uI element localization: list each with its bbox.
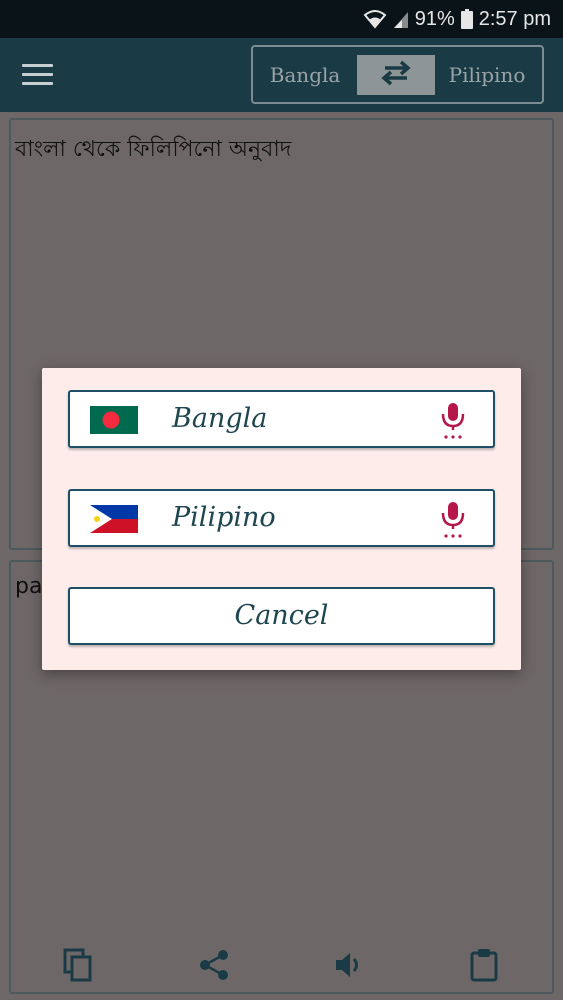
- output-toolbar: [0, 945, 563, 989]
- wifi-icon: [363, 9, 387, 29]
- clipboard-icon: [470, 948, 498, 986]
- philippines-flag-icon: [90, 505, 138, 533]
- language-option-label: Pilipino: [172, 502, 276, 533]
- battery-icon: [460, 9, 473, 29]
- share-button[interactable]: [194, 945, 234, 989]
- bangladesh-flag-icon: [90, 406, 138, 434]
- language-switcher: Bangla Pilipino: [251, 45, 544, 104]
- language-select-dialog: Bangla Pilipino Cancel: [42, 368, 521, 670]
- battery-percent: 91%: [414, 7, 455, 30]
- cancel-label: Cancel: [234, 600, 329, 631]
- app-bar: Bangla Pilipino: [0, 38, 563, 112]
- target-language-button[interactable]: Pilipino: [435, 63, 539, 87]
- language-option-pilipino[interactable]: Pilipino: [68, 489, 495, 547]
- copy-icon: [63, 948, 93, 986]
- cancel-button[interactable]: Cancel: [68, 587, 495, 645]
- output-text: pa: [15, 574, 43, 599]
- hamburger-menu-icon[interactable]: [22, 60, 66, 94]
- speak-button[interactable]: [328, 945, 368, 989]
- speaker-icon: [333, 950, 363, 984]
- input-text: বাংলা থেকে ফিলিপিনো অনুবাদ: [15, 137, 292, 162]
- copy-button[interactable]: [58, 945, 98, 989]
- share-icon: [199, 949, 229, 985]
- clock: 2:57 pm: [478, 7, 551, 30]
- swap-arrows-icon: [379, 60, 413, 90]
- status-bar: 91% 2:57 pm: [0, 0, 563, 38]
- status-icons: 91% 2:57 pm: [363, 7, 551, 31]
- language-option-label: Bangla: [172, 403, 268, 434]
- paste-button[interactable]: [464, 945, 504, 989]
- swap-languages-button[interactable]: [357, 54, 435, 95]
- language-option-bangla[interactable]: Bangla: [68, 390, 495, 448]
- source-language-button[interactable]: Bangla: [253, 63, 357, 87]
- signal-icon: [393, 9, 409, 29]
- microphone-icon[interactable]: [439, 501, 467, 539]
- microphone-icon[interactable]: [439, 402, 467, 440]
